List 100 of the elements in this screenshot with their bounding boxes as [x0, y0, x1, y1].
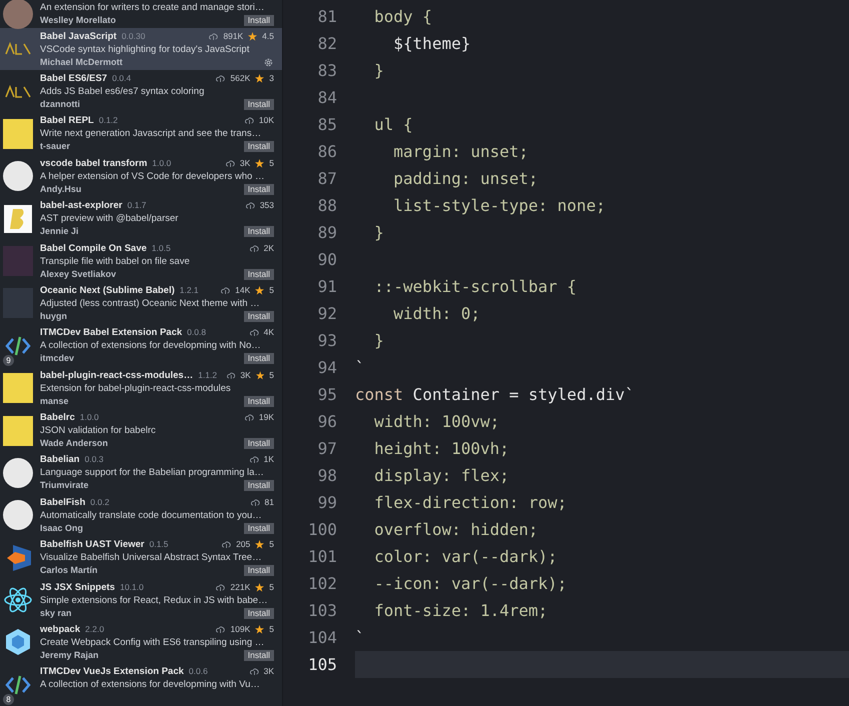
code-text: }	[373, 330, 384, 352]
code-text: display: flex;	[373, 464, 510, 486]
extension-description: Write next generation Javascript and see the trans…	[40, 127, 262, 140]
install-button[interactable]: Install	[244, 141, 274, 152]
version-label: 0.0.30	[122, 30, 146, 43]
cloud-download-icon	[250, 329, 259, 336]
line-number: 82	[316, 32, 338, 54]
code-text: ${theme}	[392, 32, 471, 54]
logo-image	[3, 500, 33, 530]
extension-name: babel-plugin-react-css-modules…	[40, 368, 194, 382]
line-number: 102	[307, 572, 338, 594]
download-count: 205	[236, 538, 250, 552]
install-button[interactable]: Install	[244, 268, 274, 280]
cloud-download-icon	[244, 117, 254, 124]
download-count: 3K	[240, 156, 250, 170]
publisher-name: Andy.Hsu	[40, 182, 82, 196]
publisher-name: Weslley Morellato	[40, 14, 116, 27]
download-count: 221K	[230, 580, 250, 594]
extension-description: Extension for babel-plugin-react-css-modules	[40, 382, 232, 395]
version-label: 2.2.0	[85, 622, 104, 636]
cloud-download-icon	[244, 414, 254, 422]
code-text: height: 100vh;	[373, 438, 510, 460]
extension-name: Babelrc	[40, 411, 75, 424]
line-number: 87	[316, 168, 338, 190]
install-button[interactable]: Install	[244, 184, 274, 195]
install-button[interactable]: Install	[244, 438, 274, 450]
cloud-download-icon	[209, 32, 218, 40]
code-text: font-size: 1.4rem;	[373, 600, 548, 622]
version-label: 0.0.8	[187, 326, 206, 340]
extension-description: Visualize Babelfish Universal Abstract Syntax Tree…	[40, 551, 263, 564]
publisher-name: Carlos Martín	[40, 564, 98, 578]
code-keyword: const	[355, 384, 404, 406]
install-button[interactable]: Install	[244, 522, 274, 534]
version-label: 1.0.0	[152, 156, 172, 170]
version-label: 0.0.4	[112, 72, 131, 86]
install-button[interactable]: Install	[244, 15, 274, 26]
cloud-download-icon	[246, 202, 255, 210]
publisher-name: t-sauer	[40, 140, 70, 154]
install-button[interactable]: Install	[244, 99, 274, 110]
install-button[interactable]: Install	[244, 396, 274, 407]
line-number: 98	[316, 464, 338, 486]
download-count: 562K	[230, 72, 250, 86]
line-number: 103	[307, 600, 338, 622]
line-number: 81	[316, 6, 338, 28]
code-text: }	[373, 222, 384, 244]
rating-value: 5	[269, 580, 274, 594]
code-text: margin: unset;	[392, 140, 528, 162]
code-text: ::-webkit-scrollbar {	[373, 276, 577, 298]
line-number: 100	[307, 518, 338, 540]
install-button[interactable]: Install	[244, 480, 274, 492]
cloud-download-icon	[227, 372, 236, 379]
rating-value: 3	[269, 72, 274, 86]
extension-name: babel-ast-explorer	[40, 199, 122, 212]
line-number: 88	[316, 194, 338, 216]
extension-item[interactable]: Babel JavaScript 0.0.30 891K 4.5 VSCode syntax highlighting for today's JavaScript Michael McDermott	[0, 28, 282, 70]
extension-description: Adds JS Babel es6/es7 syntax coloring	[40, 85, 206, 98]
extension-name: Babelfish UAST Viewer	[40, 538, 144, 552]
download-count: 10K	[258, 114, 274, 128]
cloud-download-icon	[221, 286, 230, 294]
line-number: 89	[316, 222, 338, 244]
extension-description: Adjusted (less contrast) Oceanic Next theme with …	[40, 296, 261, 310]
install-button[interactable]: Install	[244, 608, 274, 619]
line-number: 94	[316, 356, 338, 378]
extension-description: A helper extension of VS Code for developers who …	[40, 170, 266, 183]
line-number: 93	[316, 330, 338, 352]
install-button[interactable]: Install	[244, 650, 274, 661]
download-count: 1K	[264, 453, 274, 466]
code-text: width: 0;	[392, 302, 480, 324]
install-button[interactable]: Install	[244, 226, 274, 238]
line-number: 104	[307, 626, 338, 648]
cloud-download-icon	[222, 541, 232, 548]
line-number: 91	[316, 276, 338, 298]
logo-image	[3, 246, 33, 276]
extension-description: JSON validation for babelrc	[40, 424, 157, 438]
cloud-download-icon	[216, 75, 226, 82]
install-button[interactable]: Install	[244, 310, 274, 322]
install-button[interactable]: Install	[244, 565, 274, 576]
star-icon	[248, 32, 258, 41]
atom-icon	[3, 586, 33, 614]
code-text: `	[355, 356, 365, 378]
cloud-download-icon	[226, 160, 235, 167]
code-text: }	[373, 60, 384, 82]
publisher-name: Wade Anderson	[40, 437, 108, 450]
extension-description: Create Webpack Config with ES6 transpiling using …	[40, 636, 266, 649]
line-number: 105	[307, 654, 338, 676]
publisher-name: dzannotti	[40, 98, 80, 112]
rating-value: 5	[269, 622, 274, 636]
settings-icon[interactable]	[263, 56, 274, 68]
logo-image	[3, 0, 33, 29]
extension-name: Babel JavaScript	[40, 30, 117, 43]
line-number: 92	[316, 302, 338, 324]
version-label: 1.0.5	[152, 242, 171, 255]
line-number: 99	[316, 492, 338, 514]
publisher-name: Jeremy Rajan	[40, 648, 99, 662]
code-brackets-icon	[5, 674, 31, 696]
extension-name: ITMCDev VueJs Extension Pack	[40, 665, 184, 678]
cloud-download-icon	[216, 584, 226, 591]
version-label: 0.0.2	[90, 496, 110, 509]
install-button[interactable]: Install	[244, 353, 274, 364]
star-icon	[255, 286, 264, 295]
